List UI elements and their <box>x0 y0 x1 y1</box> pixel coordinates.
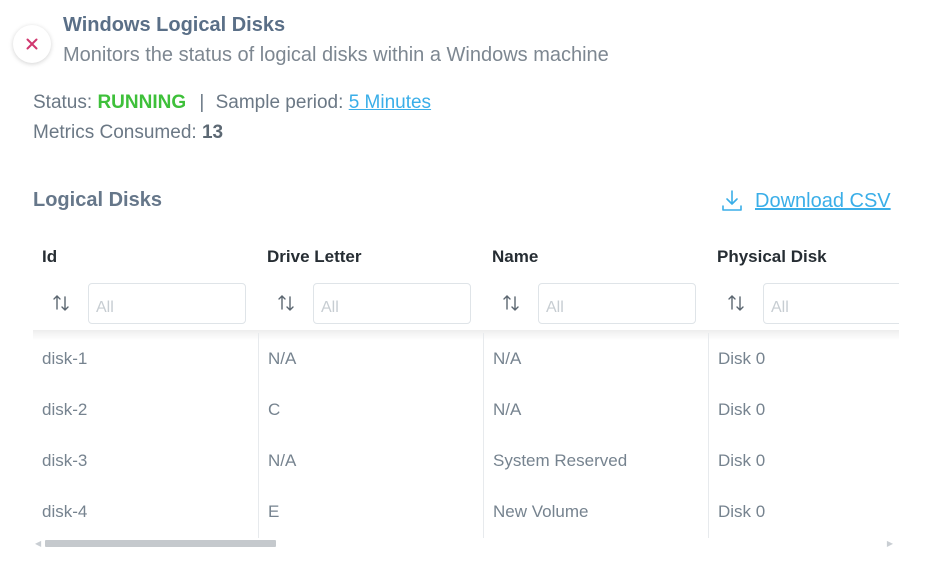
table-body: disk-1 disk-2 disk-3 disk-4 N/A C N/A E … <box>33 333 899 538</box>
page-subtitle: Monitors the status of logical disks wit… <box>63 44 609 66</box>
filter-input-id[interactable] <box>88 282 246 324</box>
table-cell: Disk 0 <box>718 502 766 521</box>
table-cell: Disk 0 <box>718 349 766 368</box>
status-label: Status: <box>33 92 93 113</box>
sort-arrows-icon[interactable] <box>501 293 521 313</box>
filter-row-drive-letter <box>258 276 483 330</box>
column-physical-disk: Physical Disk <box>708 238 899 330</box>
table-cell: disk-1 <box>42 349 88 368</box>
filter-row-name <box>483 276 708 330</box>
scroll-right-arrow-icon[interactable]: ▶ <box>887 538 893 550</box>
column-header-physical-disk[interactable]: Physical Disk <box>708 238 899 276</box>
table-cell: New Volume <box>493 502 589 521</box>
table-cell: N/A <box>493 349 522 368</box>
status-value: RUNNING <box>97 92 187 113</box>
column-header-name[interactable]: Name <box>483 238 708 276</box>
close-button[interactable] <box>13 25 51 63</box>
table-cell: E <box>268 502 280 521</box>
metrics-label: Metrics Consumed: <box>33 122 197 143</box>
metrics-line: Metrics Consumed: 13 <box>33 122 223 144</box>
page: Windows Logical Disks Monitors the statu… <box>0 0 926 576</box>
table-cell: N/A <box>268 349 297 368</box>
filter-input-drive-letter[interactable] <box>313 282 471 324</box>
status-line: Status: RUNNING | Sample period: 5 Minut… <box>33 92 431 114</box>
table-cell: System Reserved <box>493 451 628 470</box>
scroll-left-arrow-icon[interactable]: ◀ <box>35 538 41 550</box>
scrollbar-thumb[interactable] <box>45 540 276 547</box>
column-body-drive-letter: N/A C N/A E <box>258 333 483 538</box>
filter-input-name[interactable] <box>538 282 696 324</box>
table-cell: Disk 0 <box>718 400 766 419</box>
sort-arrows-icon[interactable] <box>276 293 296 313</box>
table-cell: disk-4 <box>42 502 88 521</box>
download-csv-label: Download CSV <box>755 189 891 212</box>
sample-period-link[interactable]: 5 Minutes <box>349 92 431 113</box>
column-header-drive-letter[interactable]: Drive Letter <box>258 238 483 276</box>
column-body-physical-disk: Disk 0 Disk 0 Disk 0 Disk 0 <box>708 333 899 538</box>
metrics-value: 13 <box>201 122 224 143</box>
table-cell: N/A <box>268 451 297 470</box>
column-body-id: disk-1 disk-2 disk-3 disk-4 <box>33 333 258 538</box>
column-drive-letter: Drive Letter <box>258 238 483 330</box>
column-body-name: N/A N/A System Reserved New Volume <box>483 333 708 538</box>
column-id: Id <box>33 238 258 330</box>
sample-period-label: Sample period: <box>215 92 344 113</box>
table-cell: Disk 0 <box>718 451 766 470</box>
page-title: Windows Logical Disks <box>63 14 286 36</box>
logical-disks-table: Id Drive Letter Name <box>33 238 899 538</box>
horizontal-scrollbar[interactable]: ◀ ▶ <box>33 538 899 550</box>
download-icon <box>722 190 742 211</box>
table-cell: disk-2 <box>42 400 88 419</box>
close-x-icon <box>26 38 38 50</box>
table-cell: C <box>268 400 281 419</box>
table-cell: disk-3 <box>42 451 88 470</box>
column-name: Name <box>483 238 708 330</box>
filter-row-id <box>33 276 258 330</box>
download-csv-button[interactable]: Download CSV <box>720 189 891 213</box>
column-header-id[interactable]: Id <box>33 238 258 276</box>
table-cell: N/A <box>493 400 522 419</box>
sort-arrows-icon[interactable] <box>51 293 71 313</box>
status-separator: | <box>199 92 205 113</box>
filter-row-physical-disk <box>708 276 899 330</box>
section-title: Logical Disks <box>33 189 162 211</box>
sort-arrows-icon[interactable] <box>726 293 746 313</box>
filter-input-physical-disk[interactable] <box>763 282 899 324</box>
